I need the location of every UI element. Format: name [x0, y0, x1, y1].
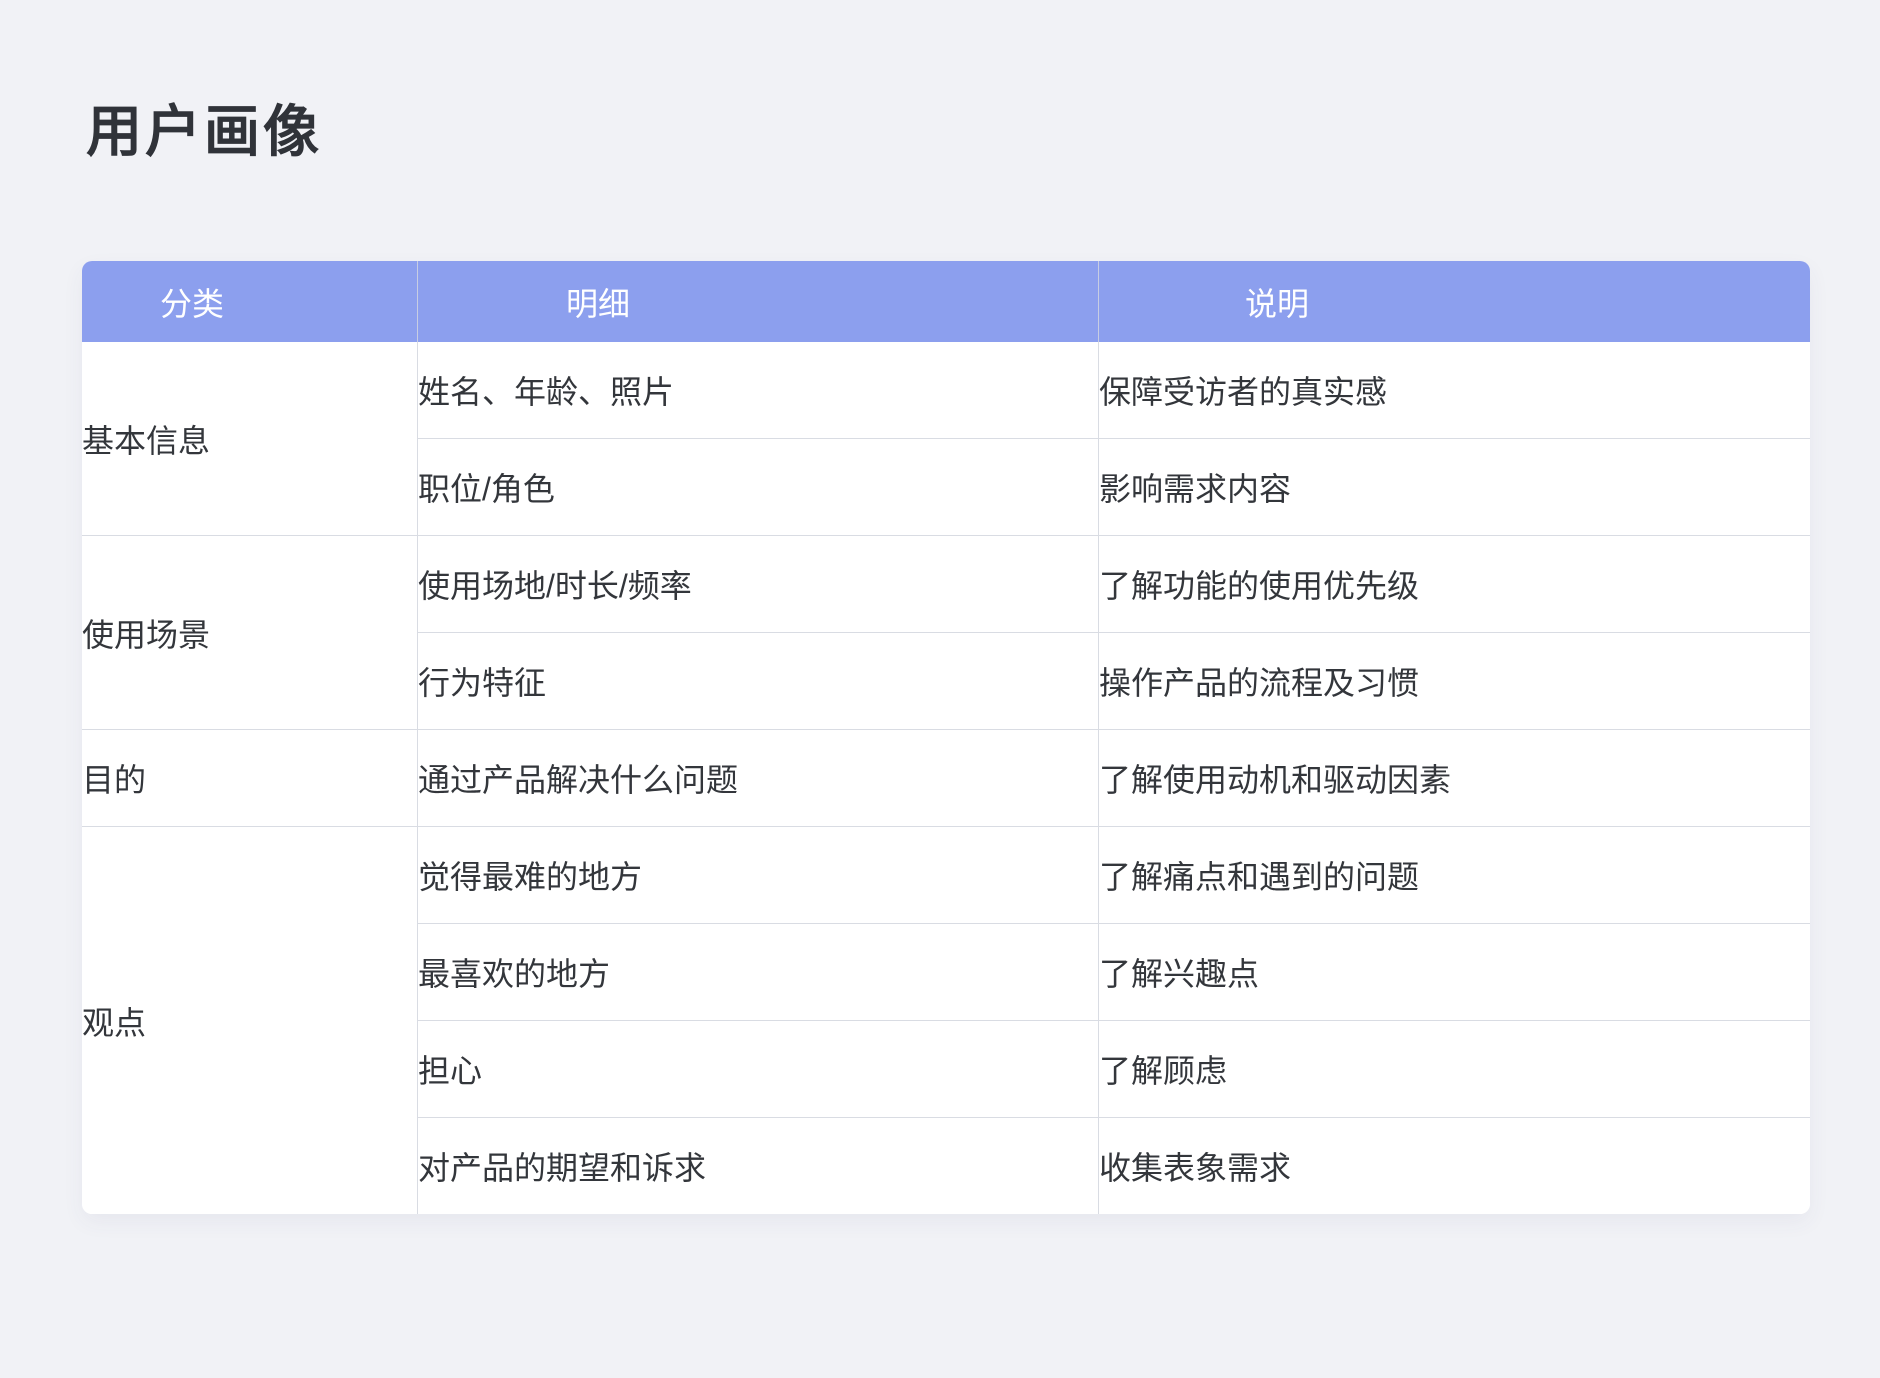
description-cell: 收集表象需求: [1099, 1117, 1810, 1214]
detail-cell: 姓名、年龄、照片: [418, 342, 1099, 438]
description-cell: 了解顾虑: [1099, 1020, 1810, 1117]
description-cell: 了解痛点和遇到的问题: [1099, 826, 1810, 923]
category-cell: 基本信息: [82, 342, 418, 535]
description-cell: 了解兴趣点: [1099, 923, 1810, 1020]
table-row: 观点觉得最难的地方了解痛点和遇到的问题: [82, 826, 1810, 923]
category-cell: 使用场景: [82, 535, 418, 729]
header-cell-category: 分类: [82, 261, 418, 342]
table-row: 基本信息姓名、年龄、照片保障受访者的真实感: [82, 342, 1810, 438]
table-row: 目的通过产品解决什么问题了解使用动机和驱动因素: [82, 729, 1810, 826]
table-row: 使用场景使用场地/时长/频率了解功能的使用优先级: [82, 535, 1810, 632]
persona-card: 分类 明细 说明 基本信息姓名、年龄、照片保障受访者的真实感职位/角色影响需求内…: [82, 261, 1810, 1214]
detail-cell: 觉得最难的地方: [418, 826, 1099, 923]
description-cell: 了解使用动机和驱动因素: [1099, 729, 1810, 826]
page-title: 用户画像: [86, 104, 1880, 160]
header-cell-description: 说明: [1099, 261, 1810, 342]
description-cell: 了解功能的使用优先级: [1099, 535, 1810, 632]
table-header-row: 分类 明细 说明: [82, 261, 1810, 342]
detail-cell: 最喜欢的地方: [418, 923, 1099, 1020]
description-cell: 影响需求内容: [1099, 438, 1810, 535]
header-cell-detail: 明细: [418, 261, 1099, 342]
detail-cell: 使用场地/时长/频率: [418, 535, 1099, 632]
category-cell: 观点: [82, 826, 418, 1214]
detail-cell: 对产品的期望和诉求: [418, 1117, 1099, 1214]
category-cell: 目的: [82, 729, 418, 826]
detail-cell: 通过产品解决什么问题: [418, 729, 1099, 826]
persona-table: 分类 明细 说明 基本信息姓名、年龄、照片保障受访者的真实感职位/角色影响需求内…: [82, 261, 1810, 1214]
detail-cell: 职位/角色: [418, 438, 1099, 535]
description-cell: 保障受访者的真实感: [1099, 342, 1810, 438]
description-cell: 操作产品的流程及习惯: [1099, 632, 1810, 729]
table-body: 基本信息姓名、年龄、照片保障受访者的真实感职位/角色影响需求内容使用场景使用场地…: [82, 342, 1810, 1214]
detail-cell: 行为特征: [418, 632, 1099, 729]
detail-cell: 担心: [418, 1020, 1099, 1117]
